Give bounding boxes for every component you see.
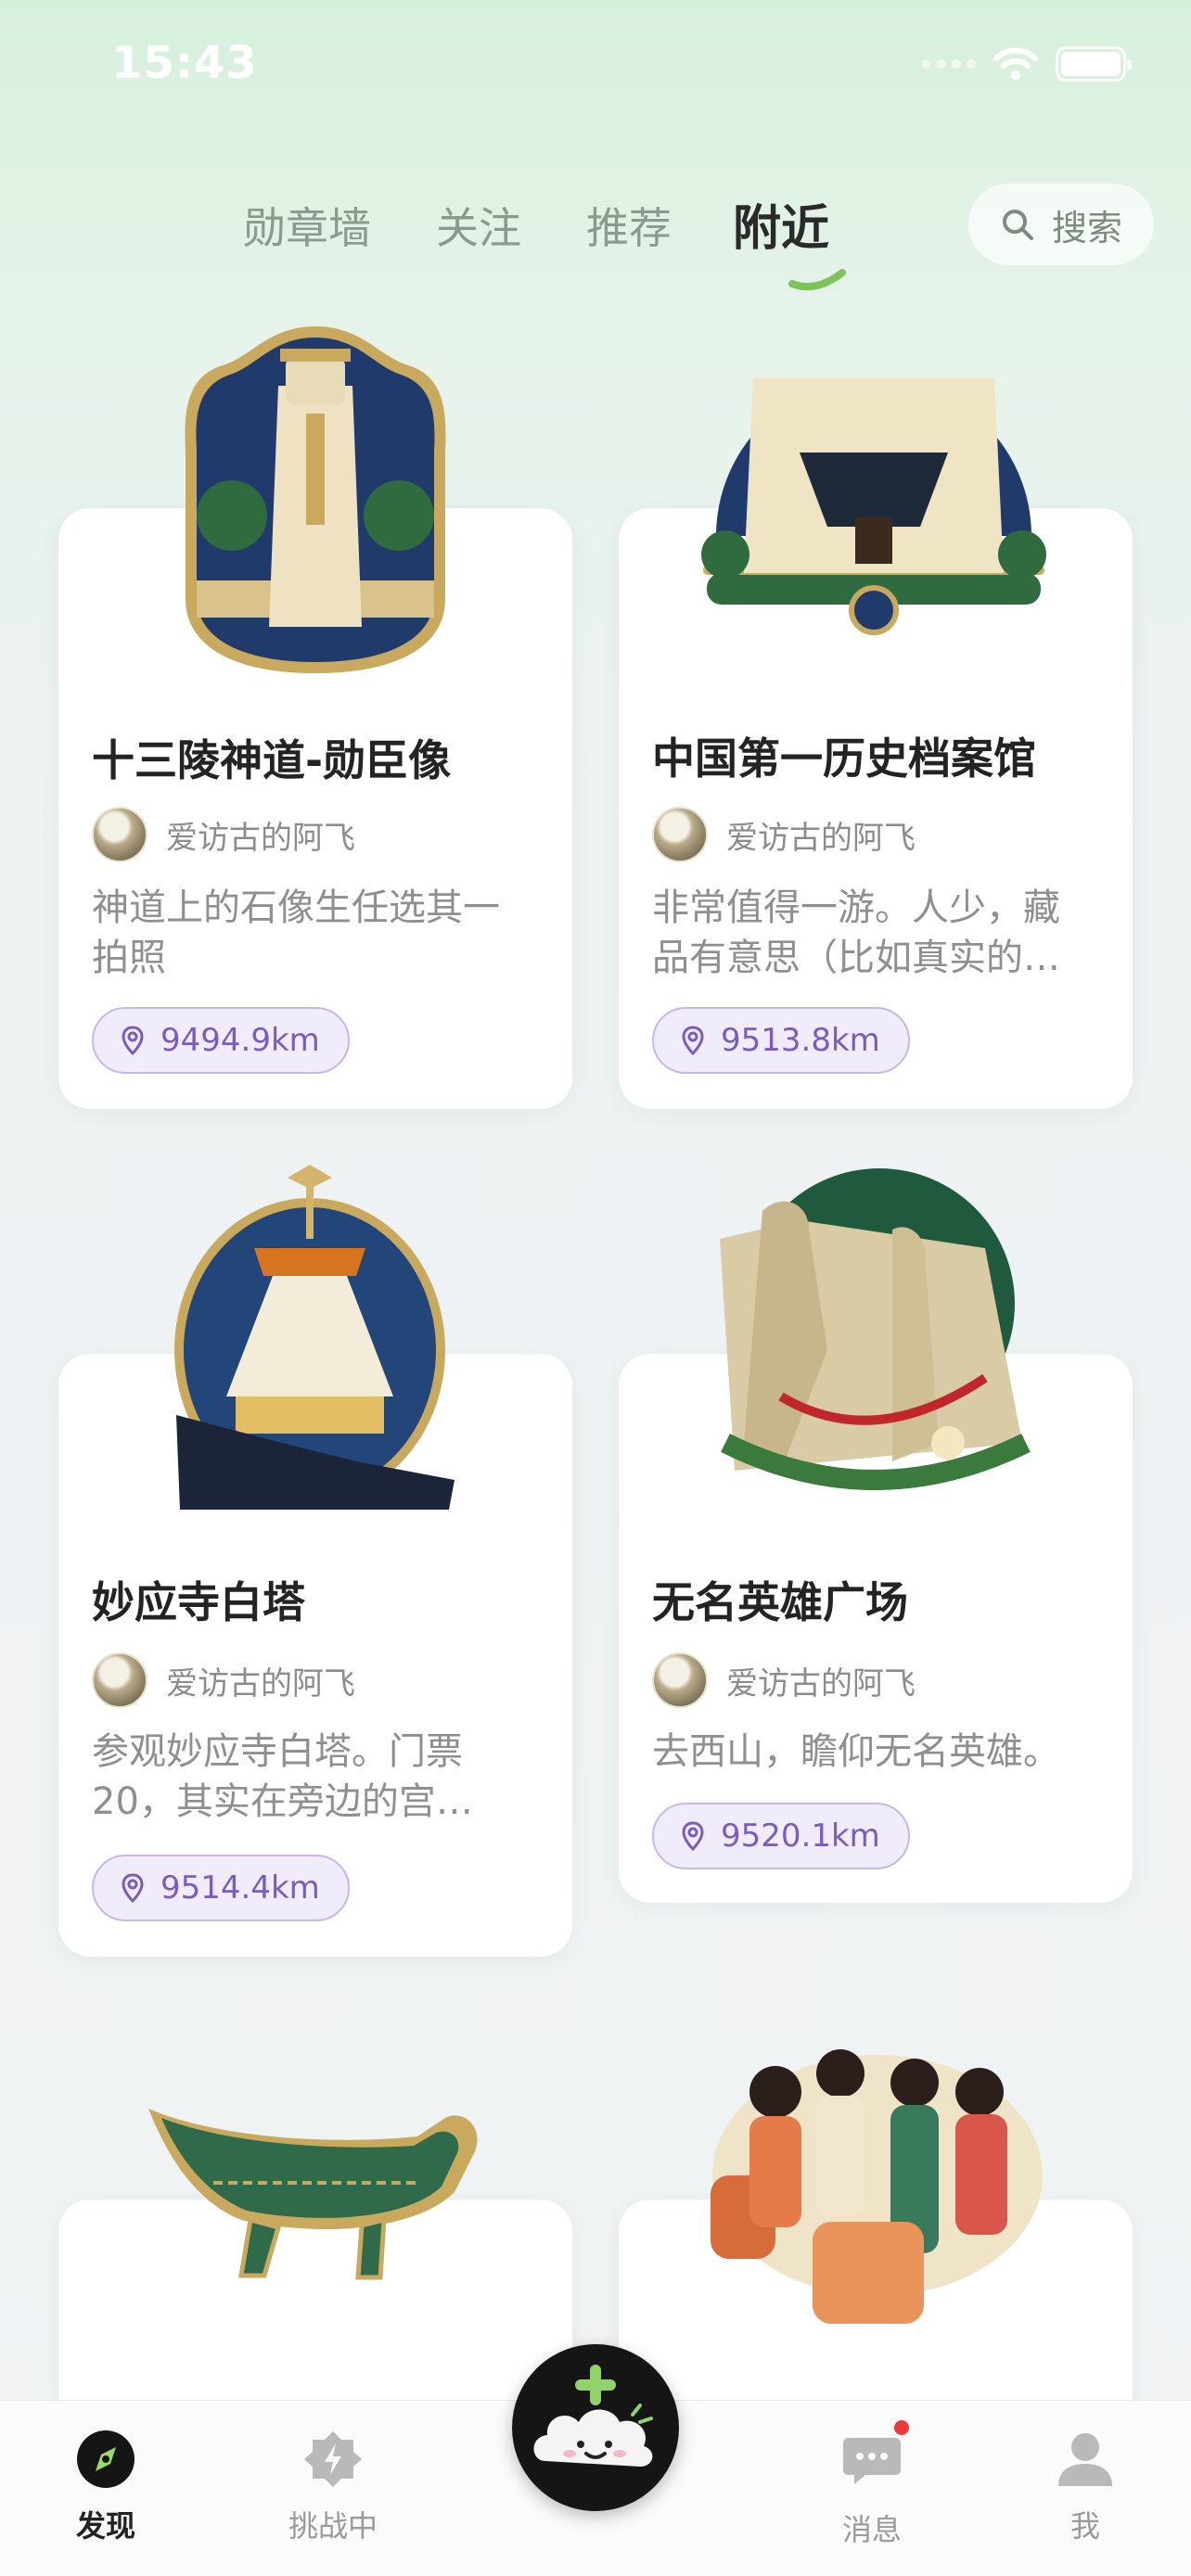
distance-value: 9520.1km: [721, 1817, 880, 1855]
musicians-badge-icon: [711, 2049, 1043, 2324]
status-bar: 15:43: [0, 0, 1191, 130]
search-label: 搜索: [1052, 207, 1123, 249]
nav-messages[interactable]: 消息: [798, 2417, 946, 2549]
distance-pill: 9513.8km: [652, 1007, 910, 1074]
avatar: [92, 807, 147, 862]
cellular-signal-icon: [922, 59, 976, 69]
tab-medal-wall[interactable]: 勋章墙: [243, 195, 371, 256]
author-name: 爱访古的阿飞: [726, 819, 916, 857]
nav-label: 挑战中: [288, 2508, 378, 2544]
location-pin-icon: [682, 1821, 704, 1851]
distance-pill: 9494.9km: [92, 1007, 350, 1074]
avatar: [92, 1652, 147, 1708]
status-icons: [922, 46, 1132, 82]
nav-profile[interactable]: 我: [1011, 2429, 1159, 2545]
distance-pill: 9520.1km: [652, 1803, 910, 1869]
avatar: [652, 1652, 708, 1708]
nav-challenges[interactable]: 挑战中: [259, 2429, 407, 2545]
nav-discover[interactable]: 发现: [32, 2429, 180, 2545]
search-icon: [1003, 210, 1033, 240]
tab-following[interactable]: 关注: [436, 195, 521, 256]
archive-building-badge-icon: [701, 378, 1046, 635]
location-pin-icon: [122, 1873, 144, 1903]
message-icon-wrap: [841, 2417, 912, 2493]
author-name: 爱访古的阿飞: [726, 1664, 916, 1702]
card-author[interactable]: 爱访古的阿飞: [92, 1652, 355, 1708]
tab-nearby[interactable]: 附近: [733, 189, 829, 259]
distance-pill: 9514.4km: [92, 1855, 350, 1921]
profile-icon: [1058, 2433, 1112, 2486]
card-description: 参观妙应寺白塔。门票 20，其实在旁边的宫…: [92, 1730, 473, 1823]
card-title: 十三陵神道-勋臣像: [92, 735, 452, 785]
card-author[interactable]: 爱访古的阿飞: [652, 1652, 916, 1708]
location-pin-icon: [682, 1026, 704, 1055]
create-post-button[interactable]: [512, 2344, 679, 2511]
card-title: 妙应寺白塔: [92, 1577, 305, 1627]
nav-label: 消息: [841, 2512, 902, 2547]
tab-recommended[interactable]: 推荐: [586, 195, 672, 256]
author-name: 爱访古的阿飞: [166, 1664, 355, 1702]
bronze-vessel-badge-icon: [148, 2109, 478, 2280]
search-button[interactable]: 搜索: [967, 182, 1156, 267]
heroes-plaza-badge-icon: [720, 1168, 1031, 1490]
status-time: 15:43: [111, 37, 258, 89]
card-title: 中国第一历史档案馆: [652, 733, 1036, 784]
card-title: 无名英雄广场: [652, 1577, 908, 1627]
unread-badge: [891, 2417, 912, 2438]
active-tab-indicator: [788, 269, 846, 290]
message-icon: [843, 2438, 901, 2484]
statue-badge-icon: [185, 326, 446, 673]
compass-icon: [77, 2430, 134, 2488]
author-name: 爱访古的阿飞: [166, 819, 355, 857]
white-pagoda-badge-icon: [174, 1165, 455, 1510]
battery-icon: [1056, 46, 1132, 82]
add-cloud-icon: [533, 2365, 653, 2467]
card-description: 神道上的石像生任选其一 拍照: [92, 886, 500, 979]
nav-label: 我: [1069, 2508, 1100, 2544]
distance-value: 9494.9km: [160, 1022, 320, 1059]
card-author[interactable]: 爱访古的阿飞: [92, 807, 355, 862]
card-description: 非常值得一游。人少，藏 品有意思（比如真实的…: [652, 886, 1060, 979]
distance-value: 9514.4km: [160, 1869, 320, 1906]
card-description: 去西山，瞻仰无名英雄。: [652, 1730, 1060, 1773]
wifi-icon: [993, 47, 1038, 80]
card-author[interactable]: 爱访古的阿飞: [652, 807, 916, 862]
distance-value: 9513.8km: [721, 1022, 880, 1059]
avatar: [652, 807, 708, 862]
nav-label: 发现: [75, 2508, 135, 2544]
location-pin-icon: [122, 1026, 144, 1055]
challenge-icon: [304, 2431, 362, 2487]
